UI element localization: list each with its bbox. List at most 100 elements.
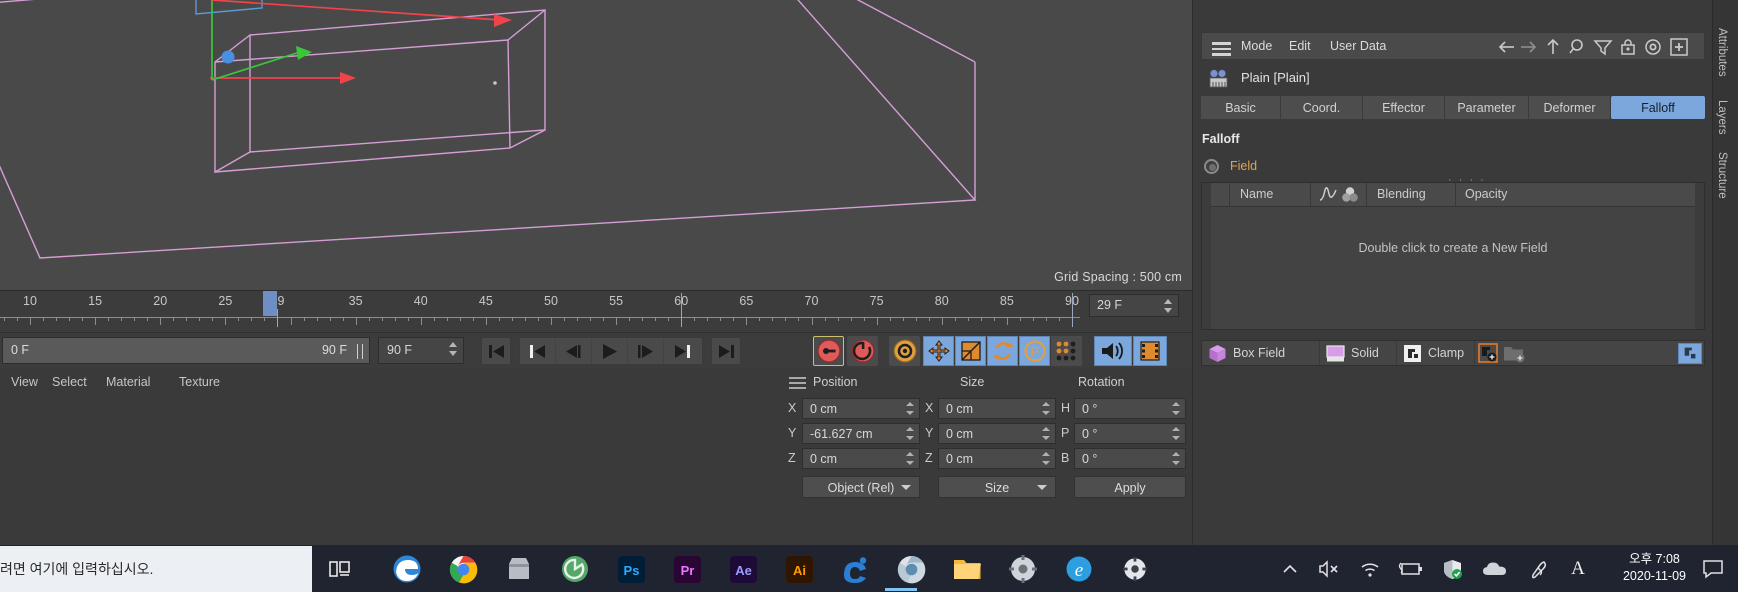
position-z-stepper[interactable] (906, 452, 915, 465)
rotation-b-field[interactable]: 0 ° (1074, 448, 1186, 469)
menu-material[interactable]: Material (106, 375, 150, 389)
back-arrow-icon[interactable] (1496, 37, 1518, 57)
playback-button-group[interactable] (519, 337, 703, 365)
attributes-menubar[interactable]: Mode Edit User Data (1201, 32, 1705, 60)
next-key-button[interactable] (664, 338, 700, 364)
notifications-icon[interactable] (1694, 548, 1732, 590)
wifi-icon[interactable] (1352, 548, 1386, 590)
field-list-table[interactable]: Name Blending Opacity Double click to cr… (1201, 174, 1705, 330)
size-z-field[interactable]: 0 cm (938, 448, 1056, 469)
volume-muted-icon[interactable] (1312, 548, 1346, 590)
tab-falloff[interactable]: Falloff (1611, 96, 1705, 119)
attr-menu-edit[interactable]: Edit (1289, 39, 1311, 53)
explorer-icon[interactable] (943, 548, 991, 590)
rotation-key-button[interactable] (987, 336, 1018, 366)
security-shield-icon[interactable] (1435, 548, 1469, 590)
go-to-end-button[interactable] (711, 337, 741, 365)
field-toolbar[interactable]: Box Field Solid Clamp (1201, 340, 1705, 366)
current-frame-field[interactable]: 29 F (1089, 294, 1179, 317)
taskbar-clock[interactable]: 오후 7:08 2020-11-09 (1623, 551, 1686, 585)
field-table-scrollbar[interactable] (1695, 183, 1704, 329)
filter-icon[interactable] (1592, 37, 1614, 57)
autokeying-button[interactable] (847, 336, 878, 366)
size-x-stepper[interactable] (1042, 402, 1051, 415)
timeline-ruler[interactable]: 1015202529354045505560657075808590 29 F (0, 290, 1192, 332)
tab-basic[interactable]: Basic (1201, 96, 1281, 119)
premiere-icon[interactable]: Pr (663, 548, 711, 590)
attributes-object-row[interactable]: Plain [Plain] (1201, 66, 1705, 92)
photoshop-icon[interactable]: Ps (607, 548, 655, 590)
menu-texture[interactable]: Texture (179, 375, 220, 389)
range-grip-handle[interactable] (357, 344, 363, 359)
coord-mode-dropdown[interactable]: Object (Rel) (802, 476, 920, 498)
ie-icon[interactable]: e (1055, 548, 1103, 590)
tab-effector[interactable]: Effector (1363, 96, 1445, 119)
search-icon[interactable] (1567, 37, 1589, 57)
size-y-field[interactable]: 0 cm (938, 423, 1056, 444)
menu-view[interactable]: View (11, 375, 38, 389)
position-y-stepper[interactable] (906, 427, 915, 440)
timeline-track[interactable]: 1015202529354045505560657075808590 (0, 291, 1100, 319)
cinema4d-icon[interactable] (831, 548, 879, 590)
play-button[interactable] (592, 338, 628, 364)
lock-icon[interactable] (1617, 37, 1639, 57)
store-icon[interactable] (495, 548, 543, 590)
go-to-start-button[interactable] (481, 337, 511, 365)
right-dock[interactable]: Attributes Layers Structure (1712, 0, 1738, 545)
target-icon[interactable] (1642, 37, 1664, 57)
battery-charging-icon[interactable] (1392, 548, 1428, 590)
task-view-icon[interactable] (316, 548, 364, 590)
coord-menu-icon[interactable] (789, 377, 806, 389)
keyframe-settings-button[interactable] (889, 336, 920, 366)
previous-frame-button[interactable] (556, 338, 592, 364)
solid-button[interactable]: Solid (1320, 341, 1397, 365)
position-y-field[interactable]: -61.627 cm (802, 423, 920, 444)
add-icon[interactable] (1668, 37, 1690, 57)
forward-arrow-icon[interactable] (1517, 37, 1539, 57)
edge-legacy-icon[interactable] (383, 548, 431, 590)
windows-taskbar[interactable]: 려면 여기에 입력하십시오. Ps Pr Ae Ai e A 오후 7:08 2… (0, 545, 1738, 592)
timeline-playhead[interactable] (263, 291, 278, 316)
size-z-stepper[interactable] (1042, 452, 1051, 465)
add-field-layer-button[interactable] (1475, 341, 1501, 365)
viewport-3d[interactable]: Grid Spacing : 500 cm (0, 0, 1192, 290)
size-x-field[interactable]: 0 cm (938, 398, 1056, 419)
box-field-button[interactable]: Box Field (1202, 341, 1320, 365)
rotation-b-stepper[interactable] (1172, 452, 1181, 465)
record-active-objects-button[interactable] (813, 336, 844, 366)
rotation-h-stepper[interactable] (1172, 402, 1181, 415)
dock-tab-attributes[interactable]: Attributes (1716, 28, 1728, 77)
viewport-menubar[interactable]: View Select Material Texture (0, 368, 780, 398)
next-frame-button[interactable] (628, 338, 664, 364)
preview-range-bar[interactable]: 0 F 90 F (2, 337, 370, 364)
point-level-animation-button[interactable] (1051, 336, 1082, 366)
coord-size-dropdown[interactable]: Size (938, 476, 1056, 498)
resize-grip[interactable]: · · · · (1448, 174, 1486, 186)
position-x-stepper[interactable] (906, 402, 915, 415)
settings-gear-icon[interactable] (999, 548, 1047, 590)
current-frame-stepper[interactable] (1164, 299, 1174, 313)
taskbar-search-box[interactable]: 려면 여기에 입력하십시오. (0, 546, 312, 592)
scale-key-button[interactable] (955, 336, 986, 366)
show-hidden-icons-chevron[interactable] (1274, 548, 1306, 590)
field-table-scroll-left[interactable] (1202, 183, 1211, 329)
add-field-folder-button[interactable] (1501, 341, 1529, 365)
app-green-icon[interactable] (551, 548, 599, 590)
rotation-p-field[interactable]: 0 ° (1074, 423, 1186, 444)
field-options-button[interactable] (1678, 343, 1702, 364)
position-key-button[interactable] (923, 336, 954, 366)
animation-end-stepper[interactable] (449, 342, 459, 356)
clamp-button[interactable]: Clamp (1397, 341, 1475, 365)
parameter-key-button[interactable]: P (1019, 336, 1050, 366)
illustrator-icon[interactable]: Ai (775, 548, 823, 590)
animation-end-field[interactable]: 90 F (378, 337, 464, 364)
chrome-active-icon[interactable] (887, 548, 935, 590)
previous-key-button[interactable] (520, 338, 556, 364)
up-arrow-icon[interactable] (1542, 37, 1564, 57)
sound-button[interactable] (1094, 336, 1132, 366)
rotation-h-field[interactable]: 0 ° (1074, 398, 1186, 419)
chrome-icon[interactable] (439, 548, 487, 590)
transport-bar[interactable]: 0 F 90 F 90 F P (0, 332, 1192, 368)
attr-menu-user-data[interactable]: User Data (1330, 39, 1386, 53)
aftereffects-icon[interactable]: Ae (719, 548, 767, 590)
